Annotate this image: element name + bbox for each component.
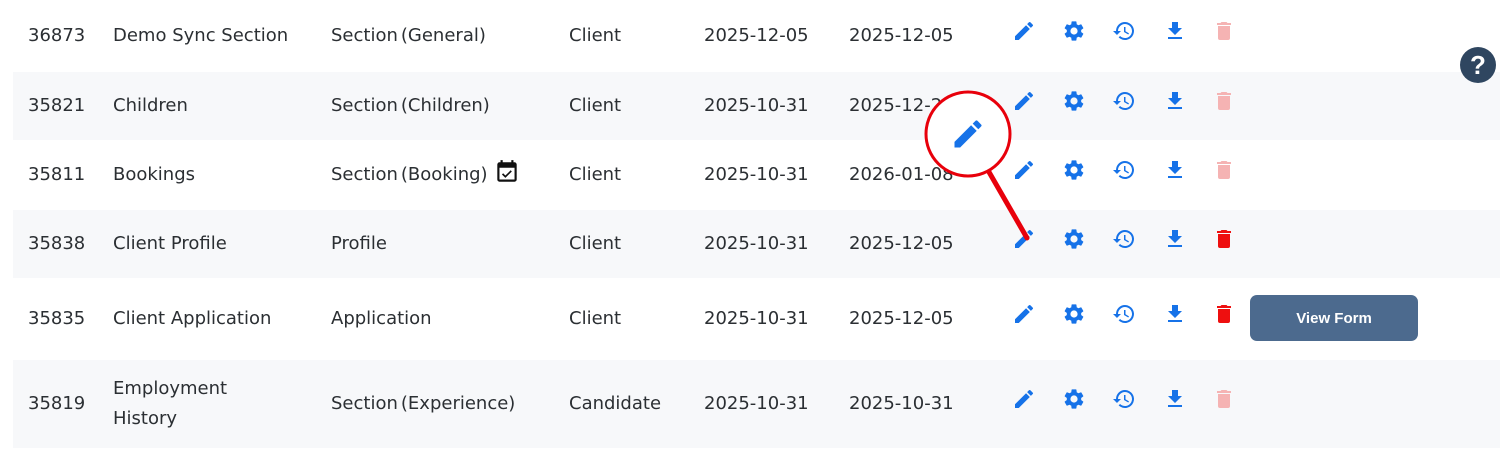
row-id: 35821 xyxy=(28,95,86,116)
row-type: Section (Children) xyxy=(331,91,490,121)
row-type: Section (Booking) xyxy=(331,160,520,190)
trash-icon xyxy=(1211,386,1237,412)
history-icon[interactable] xyxy=(1111,226,1137,252)
view-form-button[interactable]: View Form xyxy=(1250,295,1418,341)
pencil-icon[interactable] xyxy=(1011,88,1037,114)
row-type-detail: (Children) xyxy=(400,95,490,116)
gear-icon[interactable] xyxy=(1061,226,1087,252)
row-owner: Client xyxy=(569,25,622,46)
pencil-icon[interactable] xyxy=(1011,157,1037,183)
download-icon[interactable] xyxy=(1162,157,1188,183)
row-type-label: Section xyxy=(331,95,398,116)
row-created-date: 2025-10-31 xyxy=(704,233,809,254)
row-type-detail: (Booking) xyxy=(400,164,488,185)
table-row: 35821 Children Section (Children) Client … xyxy=(13,72,1500,140)
row-owner: Client xyxy=(569,233,622,254)
row-created-date: 2025-10-31 xyxy=(704,308,809,329)
row-name: Client Application xyxy=(113,308,272,329)
row-type: Application xyxy=(331,304,432,334)
row-type: Profile xyxy=(331,229,387,259)
row-updated-date: 2025-12-05 xyxy=(849,25,954,46)
row-type-label: Application xyxy=(331,308,432,329)
history-icon[interactable] xyxy=(1111,386,1137,412)
row-created-date: 2025-10-31 xyxy=(704,393,809,414)
row-id: 35819 xyxy=(28,393,86,414)
row-owner: Client xyxy=(569,308,622,329)
help-icon[interactable]: ? xyxy=(1460,47,1496,83)
row-type-detail: (General) xyxy=(400,25,486,46)
row-updated-date: 2025-12-05 xyxy=(849,233,954,254)
pencil-icon[interactable] xyxy=(1011,301,1037,327)
row-type-label: Section xyxy=(331,25,398,46)
row-created-date: 2025-10-31 xyxy=(704,95,809,116)
pencil-icon[interactable] xyxy=(1011,386,1037,412)
history-icon[interactable] xyxy=(1111,157,1137,183)
gear-icon[interactable] xyxy=(1061,301,1087,327)
download-icon[interactable] xyxy=(1162,386,1188,412)
trash-icon xyxy=(1211,157,1237,183)
row-owner: Client xyxy=(569,164,622,185)
gear-icon[interactable] xyxy=(1061,88,1087,114)
row-name: Demo Sync Section xyxy=(113,25,289,46)
row-id: 35811 xyxy=(28,164,86,185)
row-type-label: Section xyxy=(331,393,398,414)
download-icon[interactable] xyxy=(1162,301,1188,327)
gear-icon[interactable] xyxy=(1061,386,1087,412)
row-type: Section (Experience) xyxy=(331,389,515,419)
row-type: Section (General) xyxy=(331,21,486,51)
table-row: 35838 Client Profile Profile Client 2025… xyxy=(13,210,1500,278)
row-owner: Client xyxy=(569,95,622,116)
table-row: 36873 Demo Sync Section Section (General)… xyxy=(13,0,1500,72)
trash-icon xyxy=(1211,88,1237,114)
trash-icon[interactable] xyxy=(1211,301,1237,327)
row-name: Bookings xyxy=(113,164,196,185)
row-id: 35838 xyxy=(28,233,86,254)
row-created-date: 2025-12-05 xyxy=(704,25,809,46)
row-owner: Candidate xyxy=(569,393,662,414)
trash-icon[interactable] xyxy=(1211,226,1237,252)
pencil-icon[interactable] xyxy=(1011,18,1037,44)
table-row: 35819 Employment History Section (Experie… xyxy=(13,360,1500,448)
trash-icon xyxy=(1211,18,1237,44)
table-row: 35835 Client Application Application Cli… xyxy=(13,278,1500,360)
history-icon[interactable] xyxy=(1111,18,1137,44)
download-icon[interactable] xyxy=(1162,88,1188,114)
gear-icon[interactable] xyxy=(1061,18,1087,44)
row-name: Children xyxy=(113,95,188,116)
row-updated-date: 2026-01-08 xyxy=(849,164,954,185)
row-id: 36873 xyxy=(28,25,86,46)
history-icon[interactable] xyxy=(1111,88,1137,114)
row-created-date: 2025-10-31 xyxy=(704,164,809,185)
row-name: Employment History xyxy=(113,378,228,429)
row-id: 35835 xyxy=(28,308,86,329)
row-type-label: Section xyxy=(331,164,398,185)
row-updated-date: 2025-12-05 xyxy=(849,308,954,329)
gear-icon[interactable] xyxy=(1061,157,1087,183)
row-type-label: Profile xyxy=(331,233,387,254)
pencil-icon[interactable] xyxy=(1011,226,1037,252)
calendar-check-icon xyxy=(496,160,517,182)
row-updated-date: 2025-10-31 xyxy=(849,393,954,414)
history-icon[interactable] xyxy=(1111,301,1137,327)
row-type-detail: (Experience) xyxy=(400,393,516,414)
download-icon[interactable] xyxy=(1162,18,1188,44)
row-name: Client Profile xyxy=(113,233,227,254)
download-icon[interactable] xyxy=(1162,226,1188,252)
row-updated-date: 2025-12-22 xyxy=(849,95,954,116)
table-row: 35811 Bookings Section (Booking) Client 2… xyxy=(13,140,1500,210)
